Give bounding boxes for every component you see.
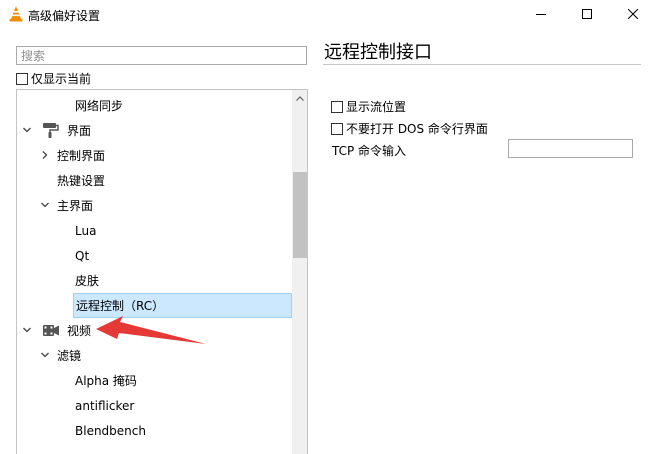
- tree-item-label: Blendbench: [75, 423, 146, 438]
- scroll-thumb[interactable]: [293, 172, 307, 258]
- maximize-button[interactable]: [564, 0, 610, 28]
- no-dos-console-option[interactable]: 不要打开 DOS 命令行界面: [331, 120, 488, 137]
- search-input[interactable]: [16, 46, 307, 65]
- tree-item[interactable]: Blendbench: [17, 418, 292, 443]
- maximize-icon: [582, 9, 592, 19]
- tree-item-label: 界面: [67, 124, 92, 138]
- window-title: 高级偏好设置: [28, 9, 101, 23]
- no-dos-console-checkbox[interactable]: [331, 122, 343, 135]
- tree-item-label: 网络同步: [75, 99, 124, 113]
- tree-item[interactable]: 热键设置: [17, 168, 292, 193]
- show-current-only-checkbox[interactable]: [16, 72, 28, 85]
- close-icon: [628, 9, 638, 19]
- tree-item[interactable]: 滤镜: [17, 343, 292, 368]
- show-stream-position-label: 显示流位置: [346, 100, 407, 114]
- show-current-only-option[interactable]: 仅显示当前: [16, 70, 91, 87]
- chevron-down-icon[interactable]: [22, 125, 32, 135]
- tree-item[interactable]: antiflicker: [17, 393, 292, 418]
- tree-item[interactable]: 皮肤: [17, 268, 292, 293]
- panel-title-divider: [323, 64, 641, 65]
- tree-item-label: 远程控制（RC）: [76, 299, 165, 313]
- tree-item-label: 控制界面: [57, 149, 106, 163]
- show-stream-position-checkbox[interactable]: [331, 100, 343, 113]
- tree-item-label: Alpha 掩码: [75, 374, 137, 388]
- scroll-up-button[interactable]: [292, 90, 307, 106]
- tree-item[interactable]: Alpha 掩码: [17, 368, 292, 393]
- tree-item[interactable]: 控制界面: [17, 143, 292, 168]
- chevron-up-icon: [296, 95, 304, 101]
- tree-item-label: 滤镜: [57, 349, 82, 363]
- chevron-down-icon[interactable]: [40, 200, 50, 210]
- tree-item[interactable]: 界面: [17, 118, 292, 143]
- chevron-right-icon[interactable]: [40, 150, 50, 160]
- tree-item[interactable]: 网络同步: [17, 93, 292, 118]
- show-current-only-label: 仅显示当前: [31, 72, 92, 86]
- tree-item-label: Qt: [75, 248, 90, 263]
- chevron-down-icon[interactable]: [40, 350, 50, 360]
- tcp-command-input-label: TCP 命令输入: [332, 144, 407, 158]
- tcp-command-input[interactable]: [508, 139, 633, 158]
- tree-scrollbar[interactable]: [292, 90, 307, 454]
- tree-item-label: 热键设置: [57, 174, 106, 188]
- tree-item[interactable]: Qt: [17, 243, 292, 268]
- minimize-button[interactable]: [518, 0, 564, 28]
- vlc-cone-icon: [8, 5, 24, 22]
- tree-item[interactable]: 主界面: [17, 193, 292, 218]
- show-stream-position-option[interactable]: 显示流位置: [331, 98, 406, 115]
- preferences-tree[interactable]: 网络同步界面控制界面热键设置主界面 Lua Qt 皮肤远程控制（RC） 视频滤镜 Alph…: [16, 89, 308, 454]
- tree-item[interactable]: 远程控制（RC）: [73, 293, 292, 318]
- tree-item[interactable]: Lua: [17, 218, 292, 243]
- tree-item-label: 视频: [67, 324, 92, 338]
- video-icon: [43, 325, 59, 336]
- title-bar: 高级偏好设置: [0, 0, 650, 28]
- chevron-down-icon[interactable]: [22, 325, 32, 335]
- close-button[interactable]: [610, 0, 650, 28]
- tree-item[interactable]: 视频: [17, 318, 292, 343]
- no-dos-console-label: 不要打开 DOS 命令行界面: [346, 122, 488, 136]
- paint-roller-icon: [43, 123, 59, 138]
- panel-title: 远程控制接口: [324, 42, 432, 63]
- tree-item-label: Lua: [75, 223, 97, 238]
- minimize-icon: [536, 14, 546, 15]
- tree-item-label: 皮肤: [75, 274, 100, 288]
- tree-item-label: 主界面: [57, 199, 94, 213]
- tree-item-label: antiflicker: [75, 398, 135, 413]
